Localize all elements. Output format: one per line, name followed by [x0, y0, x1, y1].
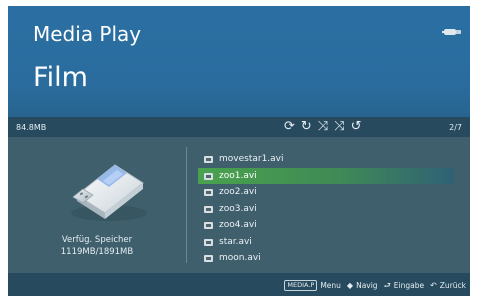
footer-bar: MEDIA.P Menu ◆ Navig ⮐ Eingabe ↶ Zurück	[8, 273, 470, 296]
file-name: zoo1.avi	[219, 170, 257, 181]
file-list-item[interactable]: zoo3.avi	[198, 201, 470, 218]
section-title: Film	[33, 62, 88, 93]
available-memory-label: Verfüg. Speicher	[61, 235, 133, 245]
enter-hint[interactable]: ⮐ Eingabe	[384, 281, 425, 290]
back-icon: ↶	[430, 281, 437, 290]
file-list-item[interactable]: zoo4.avi	[198, 217, 470, 234]
enter-label: Eingabe	[393, 281, 425, 290]
video-file-icon	[204, 172, 213, 180]
back-label: Zurück	[439, 281, 466, 290]
file-list: movestar1.avi zoo1.avi zoo2.avi zoo3.avi zoo…	[198, 151, 470, 267]
file-list-item[interactable]: movestar1.avi	[198, 151, 470, 168]
playback-mode-icons: ⟳ ↻ ⤨ ⤨ ↺	[284, 119, 362, 135]
file-name: movestar1.avi	[219, 154, 284, 164]
file-name: star.avi	[219, 236, 252, 247]
status-bar: 84.8MB ⟳ ↻ ⤨ ⤨ ↺ 2/7	[8, 117, 470, 137]
content-area: Verfüg. Speicher 1119MB/1891MB movestar1…	[8, 137, 470, 273]
menu-hint[interactable]: MEDIA.P Menu	[284, 280, 341, 291]
file-name: zoo3.avi	[219, 203, 257, 214]
video-file-icon	[204, 189, 213, 196]
file-list-item[interactable]: zoo1.avi	[198, 167, 454, 184]
file-list-item[interactable]: zoo2.avi	[198, 184, 470, 201]
file-list-item[interactable]: moon.avi	[198, 250, 470, 267]
shuffle-all-icon: ⤨	[334, 119, 345, 134]
available-memory-value: 1119MB/1891MB	[60, 247, 134, 257]
media-play-screen: Media Play Film 84.8MB ⟳ ↻ ⤨ ⤨ ↺ 2/7 Ver…	[8, 6, 470, 296]
divider	[186, 147, 187, 263]
navigate-label: Navig	[356, 281, 378, 290]
video-file-icon	[204, 156, 213, 163]
repeat-one-icon: ⟳	[284, 119, 295, 134]
video-file-icon	[204, 222, 213, 229]
file-list-item[interactable]: star.avi	[198, 234, 470, 251]
storage-size: 84.8MB	[16, 123, 47, 132]
menu-label: Menu	[320, 281, 341, 290]
repeat-off-icon: ↺	[350, 119, 362, 134]
repeat-all-icon: ↻	[300, 119, 312, 134]
navigate-hint[interactable]: ◆ Navig	[347, 281, 378, 290]
back-hint[interactable]: ↶ Zurück	[430, 281, 466, 290]
media-p-key-badge: MEDIA.P	[284, 280, 318, 291]
app-title: Media Play	[33, 22, 142, 46]
video-file-icon	[204, 238, 213, 246]
usb-icon	[442, 29, 461, 35]
page-counter: 2/7	[449, 123, 462, 132]
header: Media Play Film	[8, 6, 470, 117]
usb-drive-icon	[71, 164, 147, 221]
file-name: zoo4.avi	[219, 220, 257, 230]
enter-icon: ⮐	[383, 281, 391, 290]
file-name: moon.avi	[219, 253, 261, 263]
file-name: zoo2.avi	[219, 187, 257, 197]
video-file-icon	[204, 255, 213, 262]
shuffle-icon: ⤨	[317, 119, 329, 134]
video-file-icon	[204, 205, 213, 213]
navigate-icon: ◆	[346, 281, 354, 290]
